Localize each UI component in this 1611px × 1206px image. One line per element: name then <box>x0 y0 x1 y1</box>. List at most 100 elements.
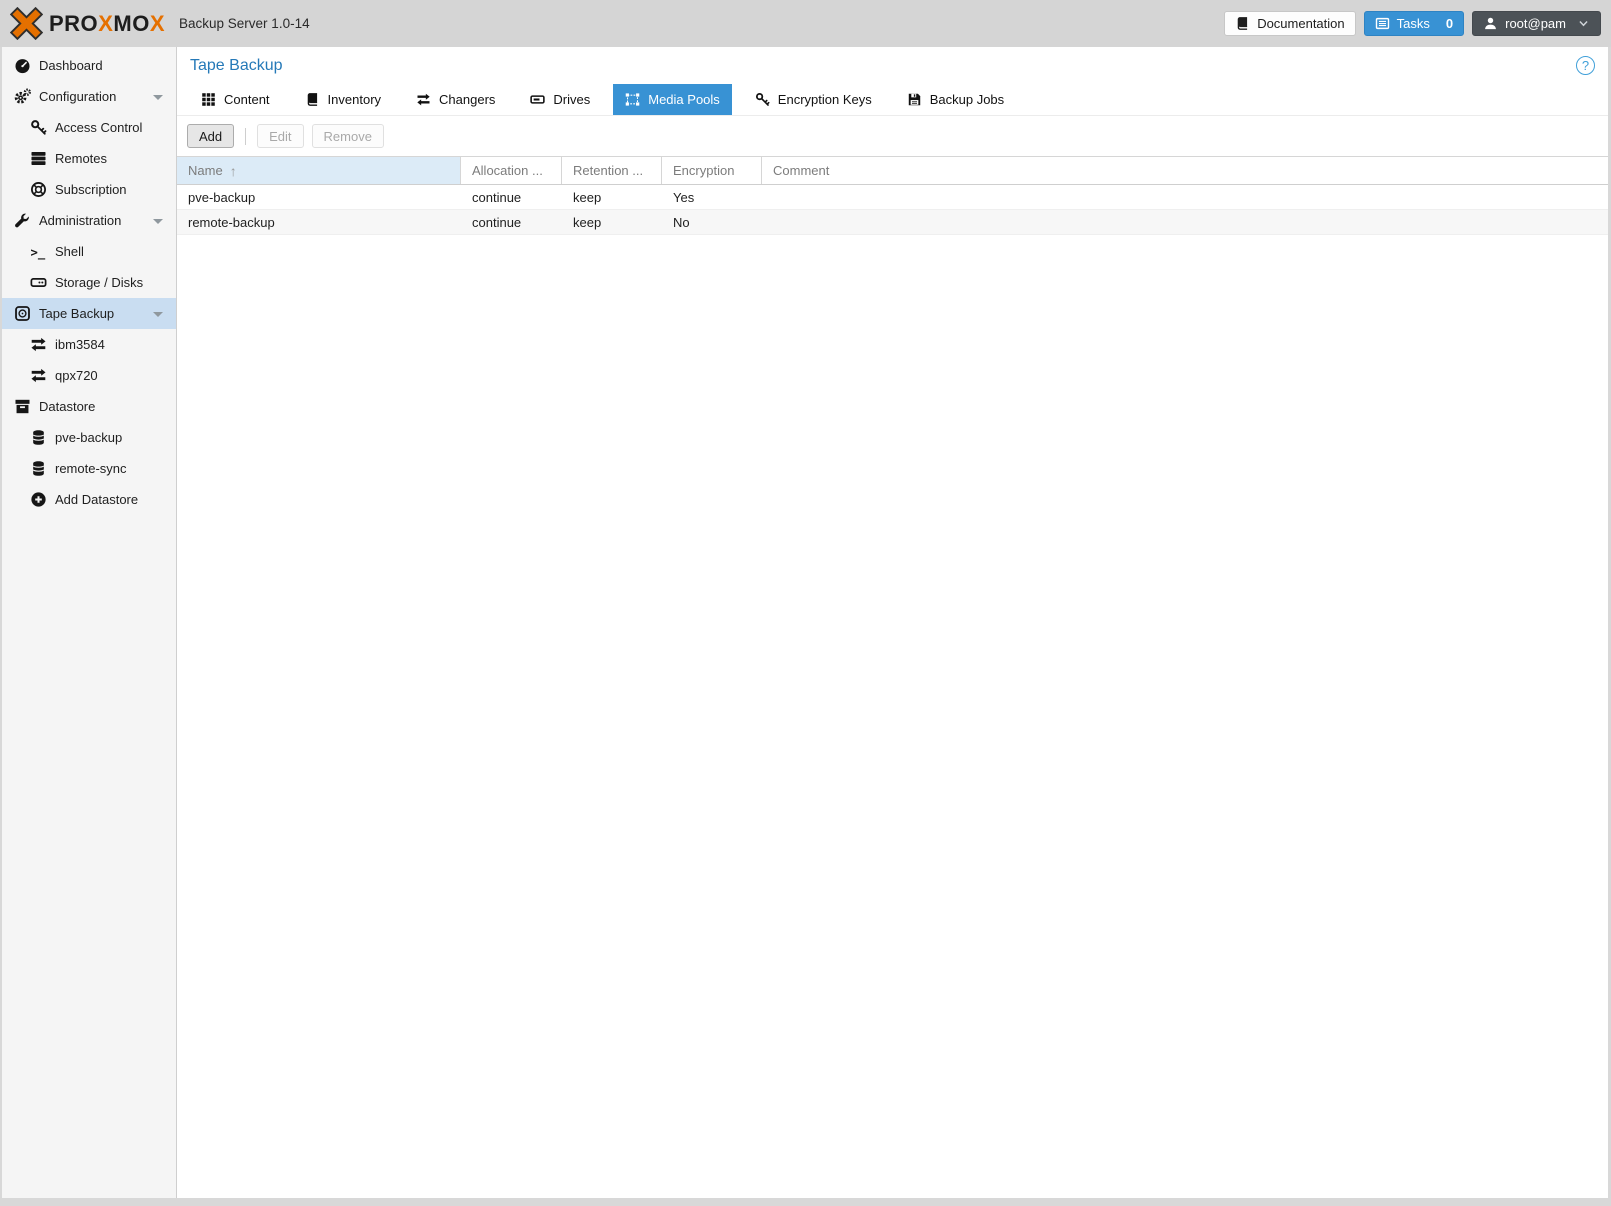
cell: continue <box>461 215 562 230</box>
sidebar-item-label: Tape Backup <box>39 306 114 321</box>
add-button[interactable]: Add <box>187 124 234 148</box>
cell: No <box>662 215 762 230</box>
sort-asc-icon: ↑ <box>230 164 237 178</box>
tab-drives[interactable]: Drives <box>518 84 602 115</box>
tasks-button[interactable]: Tasks 0 <box>1364 11 1464 36</box>
column-header-name[interactable]: Name ↑ <box>177 157 461 184</box>
tab-label: Changers <box>439 92 495 107</box>
svg-text:>_: >_ <box>31 245 46 260</box>
sidebar-item-label: Storage / Disks <box>55 275 143 290</box>
documentation-label: Documentation <box>1257 16 1344 31</box>
sidebar-item-storage-disks[interactable]: Storage / Disks <box>2 267 176 298</box>
table-row[interactable]: remote-backupcontinuekeepNo <box>177 210 1608 235</box>
sidebar-item-label: remote-sync <box>55 461 127 476</box>
tab-label: Media Pools <box>648 92 720 107</box>
column-header-retention[interactable]: Retention ... <box>562 157 662 184</box>
table-row[interactable]: pve-backupcontinuekeepYes <box>177 185 1608 210</box>
sidebar-item-dashboard[interactable]: Dashboard <box>2 50 176 81</box>
sidebar-item-label: Remotes <box>55 151 107 166</box>
tab-bar: Content Inventory Changers Drives Media Pool… <box>177 84 1608 116</box>
tab-label: Content <box>224 92 270 107</box>
tab-content[interactable]: Content <box>189 84 282 115</box>
database-icon <box>30 460 47 477</box>
cell: Yes <box>662 190 762 205</box>
sidebar-item-datastore[interactable]: Datastore <box>2 391 176 422</box>
exchange-icon <box>416 92 431 107</box>
column-header-allocation[interactable]: Allocation ... <box>461 157 562 184</box>
tasks-count-badge: 0 <box>1446 16 1453 31</box>
column-header-label: Name <box>188 163 223 178</box>
key-icon <box>30 119 47 136</box>
key-icon <box>755 92 770 107</box>
user-label: root@pam <box>1505 16 1566 31</box>
tab-inventory[interactable]: Inventory <box>293 84 393 115</box>
main-panel: Tape Backup ? ContentInventoryChangersDr… <box>177 47 1608 1198</box>
collapse-caret-icon[interactable] <box>153 219 163 224</box>
sidebar-item-subscription[interactable]: Subscription <box>2 174 176 205</box>
tab-encryption-keys[interactable]: Encryption Keys <box>743 84 884 115</box>
column-header-encryption[interactable]: Encryption <box>662 157 762 184</box>
sidebar-item-label: Subscription <box>55 182 127 197</box>
box-icon <box>14 398 31 415</box>
edit-button[interactable]: Edit <box>257 124 303 148</box>
cell: pve-backup <box>177 190 461 205</box>
sidebar-item-ibm3584[interactable]: ibm3584 <box>2 329 176 360</box>
sidebar-item-label: Configuration <box>39 89 116 104</box>
sidebar-item-administration[interactable]: Administration <box>2 205 176 236</box>
collapse-caret-icon[interactable] <box>153 95 163 100</box>
tab-media-pools[interactable]: Media Pools <box>613 84 732 115</box>
sidebar-item-label: Datastore <box>39 399 95 414</box>
help-icon[interactable]: ? <box>1576 56 1595 75</box>
proxmox-brand: PROXMOX <box>10 7 165 40</box>
sidebar-navigation: Dashboard Configuration Access Control Remo… <box>2 47 177 1198</box>
column-header-label: Comment <box>773 163 829 178</box>
media-pools-grid: Name ↑ Allocation ... Retention ... Encrypti… <box>177 156 1608 1198</box>
cell: keep <box>562 215 662 230</box>
sidebar-item-label: Access Control <box>55 120 142 135</box>
tab-label: Encryption Keys <box>778 92 872 107</box>
sidebar-item-shell[interactable]: >_Shell <box>2 236 176 267</box>
tab-label: Drives <box>553 92 590 107</box>
user-icon <box>1483 16 1498 31</box>
sidebar-item-label: ibm3584 <box>55 337 105 352</box>
column-header-comment[interactable]: Comment <box>762 157 1608 184</box>
sidebar-item-tape-backup[interactable]: Tape Backup <box>2 298 176 329</box>
column-header-label: Encryption <box>673 163 734 178</box>
hdd-icon <box>30 274 47 291</box>
cell: keep <box>562 190 662 205</box>
remotes-icon <box>30 150 47 167</box>
sidebar-item-remote-sync[interactable]: remote-sync <box>2 453 176 484</box>
shell-icon: >_ <box>30 243 47 260</box>
sidebar-item-remotes[interactable]: Remotes <box>2 143 176 174</box>
tasks-icon <box>1375 16 1390 31</box>
remove-button[interactable]: Remove <box>312 124 384 148</box>
brand-letter-group: MO <box>113 11 149 36</box>
sidebar-item-label: pve-backup <box>55 430 122 445</box>
sidebar-item-label: Add Datastore <box>55 492 138 507</box>
sidebar-item-pve-backup[interactable]: pve-backup <box>2 422 176 453</box>
gears-icon <box>14 88 31 105</box>
sidebar-item-configuration[interactable]: Configuration <box>2 81 176 112</box>
database-icon <box>30 429 47 446</box>
chevron-down-icon <box>1577 17 1590 30</box>
sidebar-item-qpx720[interactable]: qpx720 <box>2 360 176 391</box>
documentation-button[interactable]: Documentation <box>1224 11 1355 36</box>
cell: remote-backup <box>177 215 461 230</box>
column-header-label: Retention ... <box>573 163 643 178</box>
tab-label: Backup Jobs <box>930 92 1004 107</box>
sidebar-item-label: Dashboard <box>39 58 103 73</box>
sidebar-item-label: Administration <box>39 213 121 228</box>
plus-circle-icon <box>30 491 47 508</box>
tab-backup-jobs[interactable]: Backup Jobs <box>895 84 1016 115</box>
top-header-bar: PROXMOX Backup Server 1.0-14 Documentati… <box>0 0 1611 47</box>
column-header-label: Allocation ... <box>472 163 543 178</box>
user-menu-button[interactable]: root@pam <box>1472 11 1601 36</box>
collapse-caret-icon[interactable] <box>153 312 163 317</box>
sidebar-item-add-datastore[interactable]: Add Datastore <box>2 484 176 515</box>
product-version-label: Backup Server 1.0-14 <box>179 16 310 31</box>
tab-changers[interactable]: Changers <box>404 84 507 115</box>
brand-wordmark: PROXMOX <box>49 11 165 37</box>
proxmox-backup-server-window: PROXMOX Backup Server 1.0-14 Documentati… <box>0 0 1611 1206</box>
grid-body: pve-backupcontinuekeepYesremote-backupco… <box>177 185 1608 235</box>
sidebar-item-access-control[interactable]: Access Control <box>2 112 176 143</box>
